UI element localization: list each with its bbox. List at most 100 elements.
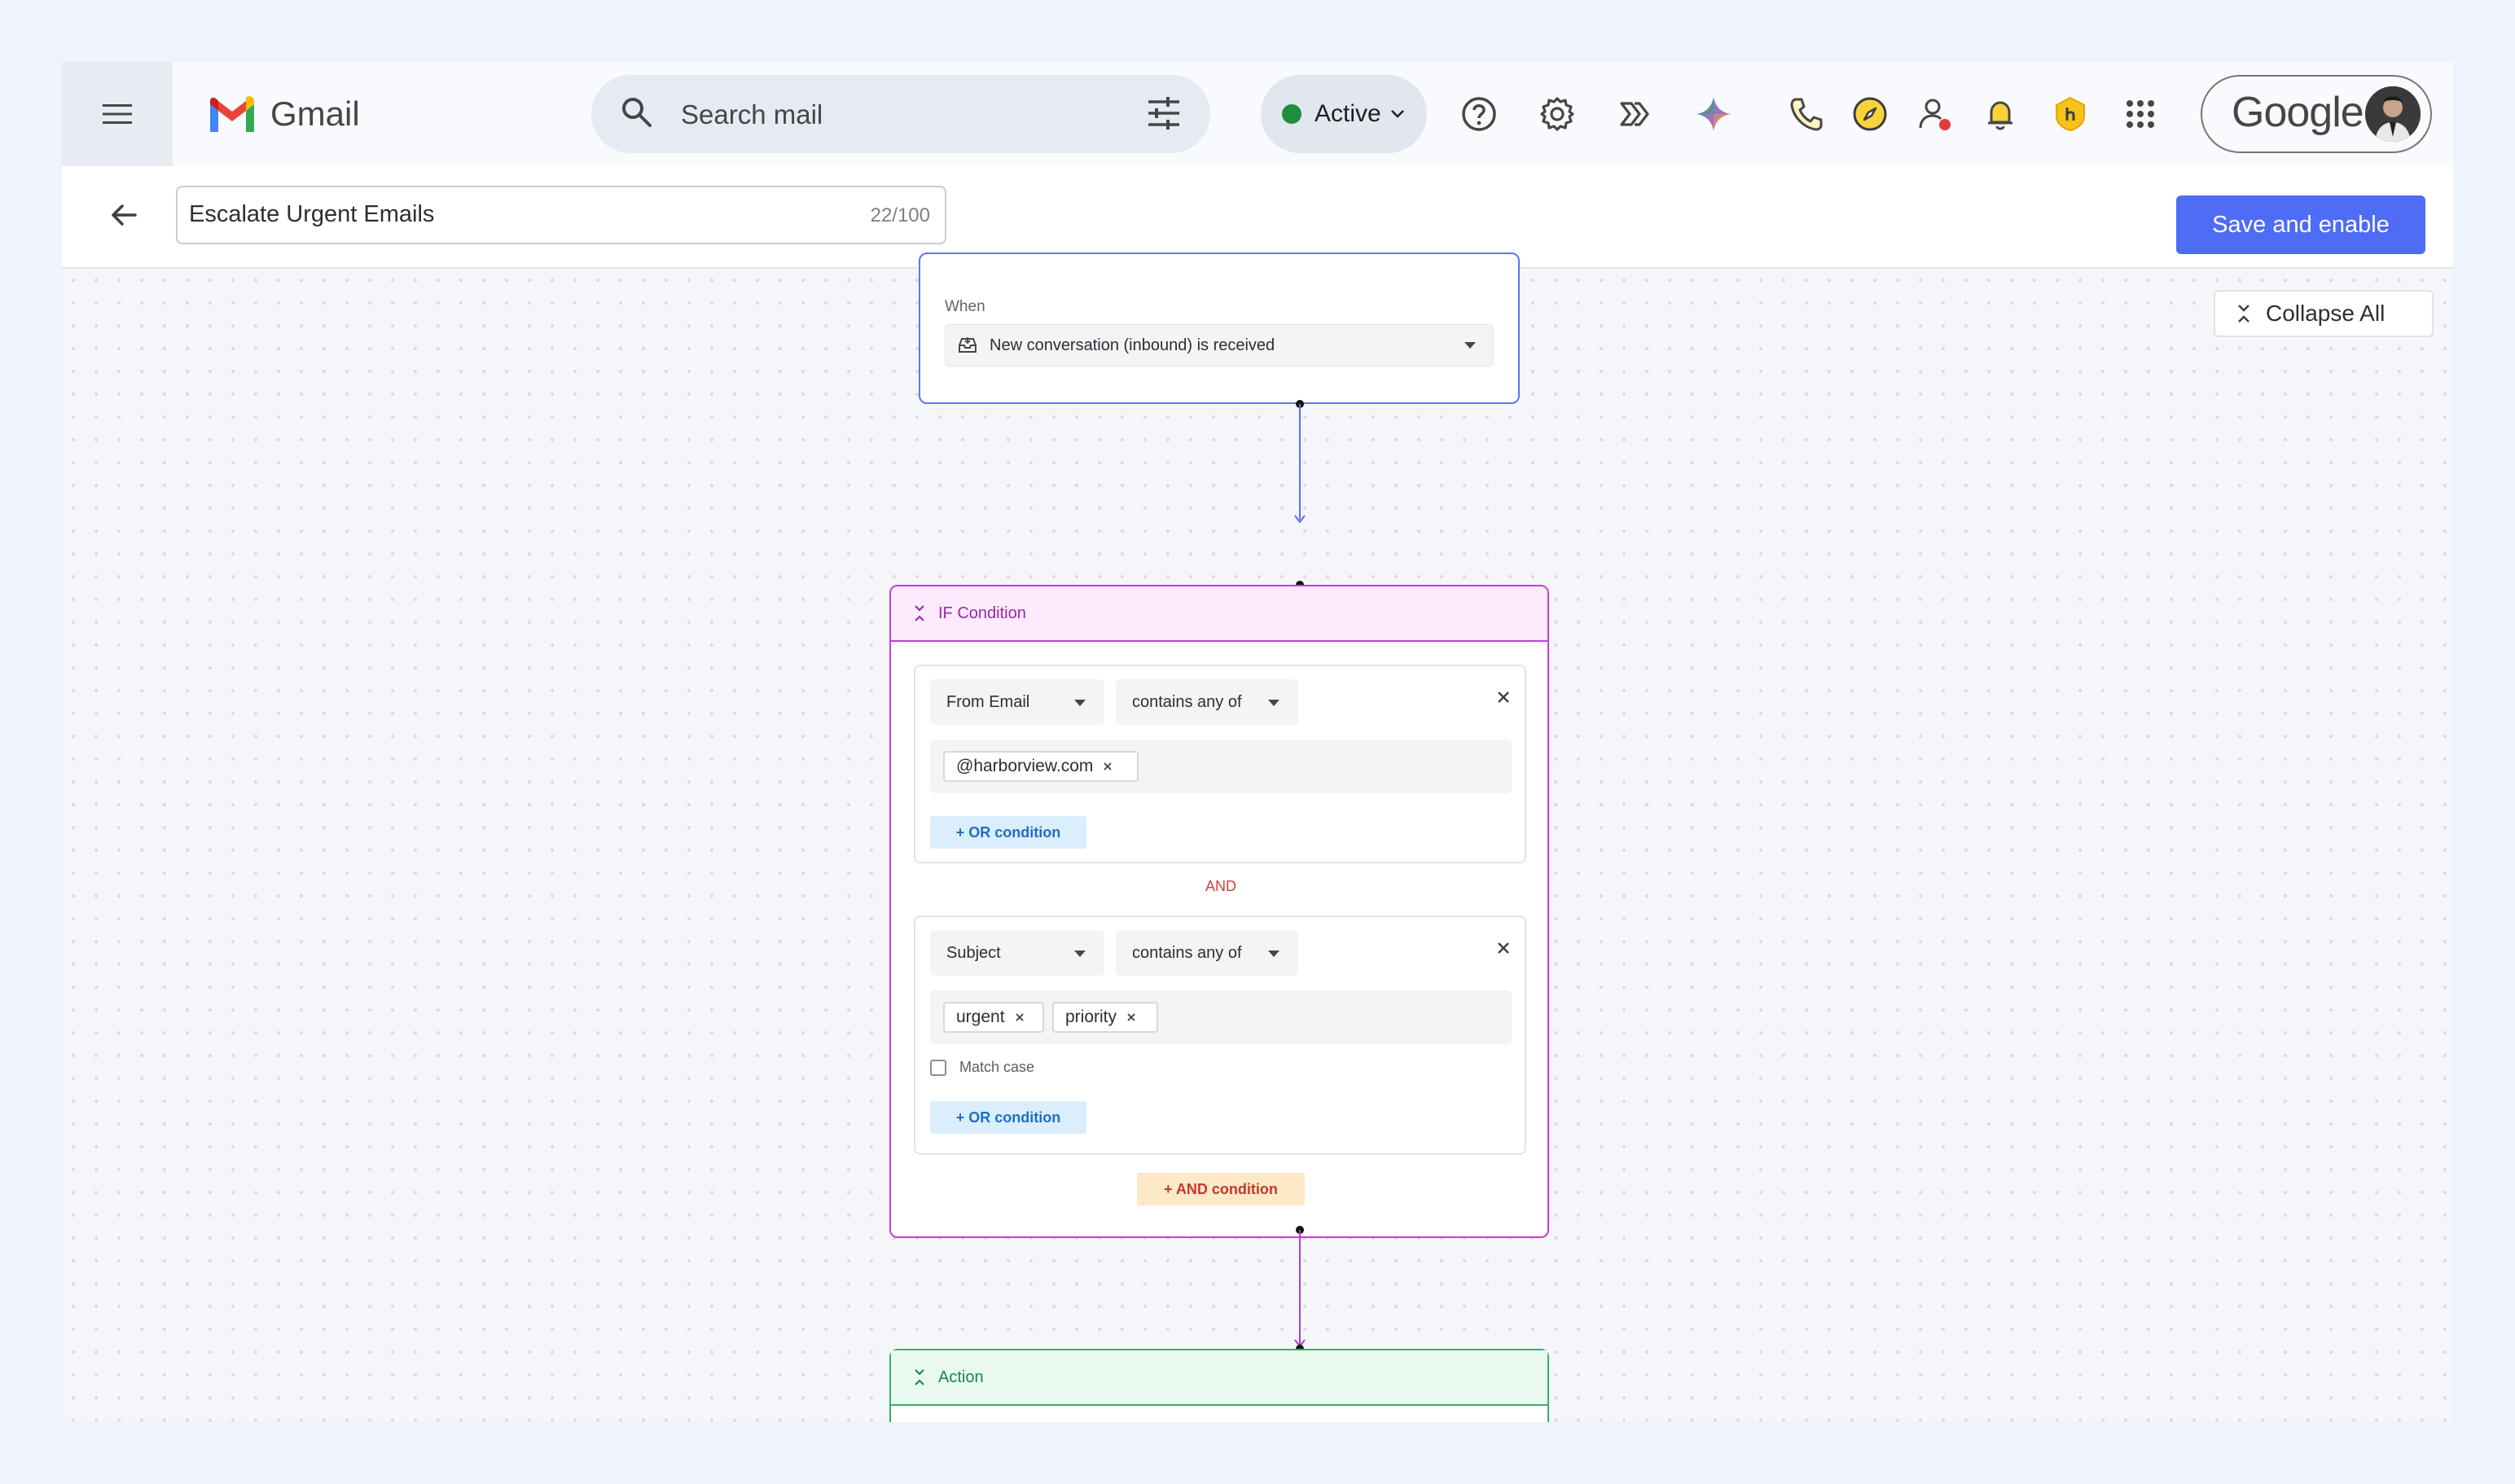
value-chip-label: priority <box>1065 1008 1117 1026</box>
app-window: Gmail Active <box>62 62 2453 1422</box>
status-dropdown[interactable]: Active <box>1261 75 1427 153</box>
app-name: Gmail <box>270 94 360 133</box>
remove-condition-icon[interactable] <box>1497 691 1510 704</box>
gemini-icon <box>1696 97 1731 131</box>
value-chip-label: @harborview.com <box>956 757 1094 775</box>
hamburger-menu-icon <box>103 104 132 124</box>
connector-line <box>1299 404 1301 520</box>
bell-icon <box>1988 101 2012 130</box>
extension-button[interactable] <box>2051 94 2090 134</box>
match-case-option[interactable]: Match case <box>930 1059 1034 1076</box>
trigger-card: When New conversation (inbound) is recei… <box>919 252 1520 404</box>
if-condition-header[interactable]: IF Condition <box>891 586 1547 642</box>
trigger-event-value: New conversation (inbound) is received <box>990 336 1275 354</box>
condition-operator-value: contains any of <box>1132 943 1242 962</box>
search-bar <box>591 75 1210 153</box>
help-icon <box>1462 97 1496 131</box>
help-button[interactable] <box>1459 94 1499 134</box>
match-case-checkbox[interactable] <box>930 1059 946 1076</box>
action-header[interactable]: Action <box>891 1350 1547 1406</box>
trigger-event-dropdown[interactable]: New conversation (inbound) is received <box>945 324 1494 367</box>
notifications-button[interactable] <box>1981 94 2020 134</box>
condition-field-value: From Email <box>946 692 1030 711</box>
top-bar: Gmail Active <box>62 62 2453 166</box>
compass-icon <box>1853 97 1887 131</box>
compass-button[interactable] <box>1850 94 1890 134</box>
and-separator: AND <box>1205 878 1236 894</box>
workflow-name-input[interactable]: Escalate Urgent Emails 22/100 <box>176 186 946 244</box>
caret-down-icon <box>1074 700 1086 706</box>
trigger-label: When <box>945 298 985 315</box>
arrow-head-icon <box>1294 515 1306 523</box>
collapse-icon <box>915 605 924 621</box>
gemini-button[interactable] <box>1694 94 1733 134</box>
workflow-canvas[interactable]: Collapse All When New conversation (inbo… <box>62 252 2453 1422</box>
avatar <box>2365 86 2421 142</box>
gmail-m-icon <box>210 96 254 132</box>
account-switcher[interactable]: Google <box>2201 75 2432 153</box>
collapse-icon <box>2238 305 2249 323</box>
character-counter: 22/100 <box>870 204 930 226</box>
caret-down-icon <box>1074 951 1086 957</box>
arrow-back-icon <box>112 204 137 226</box>
connector-line <box>1299 1230 1301 1346</box>
apps-grid-icon <box>2127 100 2154 128</box>
settings-button[interactable] <box>1538 94 1577 134</box>
phone-icon <box>1790 98 1823 131</box>
status-indicator <box>1282 104 1301 124</box>
condition-field-dropdown[interactable]: Subject <box>930 930 1104 976</box>
if-condition-title: IF Condition <box>938 604 1026 622</box>
settings-icon <box>1540 97 1574 131</box>
save-and-enable-button[interactable]: Save and enable <box>2176 195 2425 254</box>
action-card: Action Assign to <box>889 1349 1549 1422</box>
profile-photo-icon <box>2365 86 2421 142</box>
if-condition-card: IF Condition From Email contains any of … <box>889 585 1549 1238</box>
caret-down-icon <box>1464 342 1476 349</box>
workflow-icon <box>1620 102 1649 126</box>
caret-down-icon <box>1268 700 1279 706</box>
contacts-button[interactable] <box>1916 94 1955 134</box>
apps-button[interactable] <box>2121 94 2160 134</box>
contact-icon <box>1919 99 1951 130</box>
action-title: Action <box>938 1368 984 1386</box>
chevron-down-icon <box>1390 110 1404 118</box>
inbox-icon <box>959 337 977 353</box>
caret-down-icon <box>1268 951 1279 957</box>
workflow-name-value: Escalate Urgent Emails <box>189 201 435 227</box>
condition-values-input[interactable]: urgent priority <box>930 990 1512 1044</box>
add-or-condition-button[interactable]: + OR condition <box>930 1101 1086 1134</box>
condition-field-value: Subject <box>946 943 1001 962</box>
shield-icon <box>2056 96 2085 132</box>
workflow-button[interactable] <box>1616 94 1655 134</box>
condition-operator-value: contains any of <box>1132 692 1242 711</box>
condition-field-dropdown[interactable]: From Email <box>930 679 1104 725</box>
condition-operator-dropdown[interactable]: contains any of <box>1116 930 1298 976</box>
collapse-all-label: Collapse All <box>2266 301 2386 326</box>
condition-values-input[interactable]: @harborview.com <box>930 740 1512 793</box>
search-options-icon[interactable] <box>1145 94 1183 132</box>
value-chip: urgent <box>943 1002 1044 1033</box>
condition-operator-dropdown[interactable]: contains any of <box>1116 679 1298 725</box>
value-chip: @harborview.com <box>943 751 1139 782</box>
back-button[interactable] <box>108 199 140 235</box>
condition-group: Subject contains any of urgent priority <box>914 915 1526 1155</box>
collapse-all-button[interactable]: Collapse All <box>2214 290 2434 337</box>
add-and-condition-button[interactable]: + AND condition <box>1137 1173 1305 1205</box>
remove-chip-icon[interactable] <box>1103 762 1113 771</box>
search-icon[interactable] <box>619 94 655 130</box>
remove-condition-icon[interactable] <box>1497 942 1510 955</box>
phone-button[interactable] <box>1787 94 1826 134</box>
google-brand-label: Google <box>2232 89 2364 136</box>
status-label: Active <box>1315 100 1381 127</box>
remove-chip-icon[interactable] <box>1126 1012 1136 1022</box>
add-or-condition-button[interactable]: + OR condition <box>930 816 1086 849</box>
condition-group: From Email contains any of @harborview.c… <box>914 665 1526 863</box>
remove-chip-icon[interactable] <box>1015 1012 1025 1022</box>
match-case-label: Match case <box>959 1059 1035 1075</box>
value-chip-label: urgent <box>956 1008 1005 1026</box>
value-chip: priority <box>1052 1002 1158 1033</box>
collapse-icon <box>915 1369 924 1385</box>
main-menu-button[interactable] <box>62 62 173 166</box>
search-input[interactable] <box>679 93 1139 137</box>
gmail-logo[interactable]: Gmail <box>207 90 360 138</box>
